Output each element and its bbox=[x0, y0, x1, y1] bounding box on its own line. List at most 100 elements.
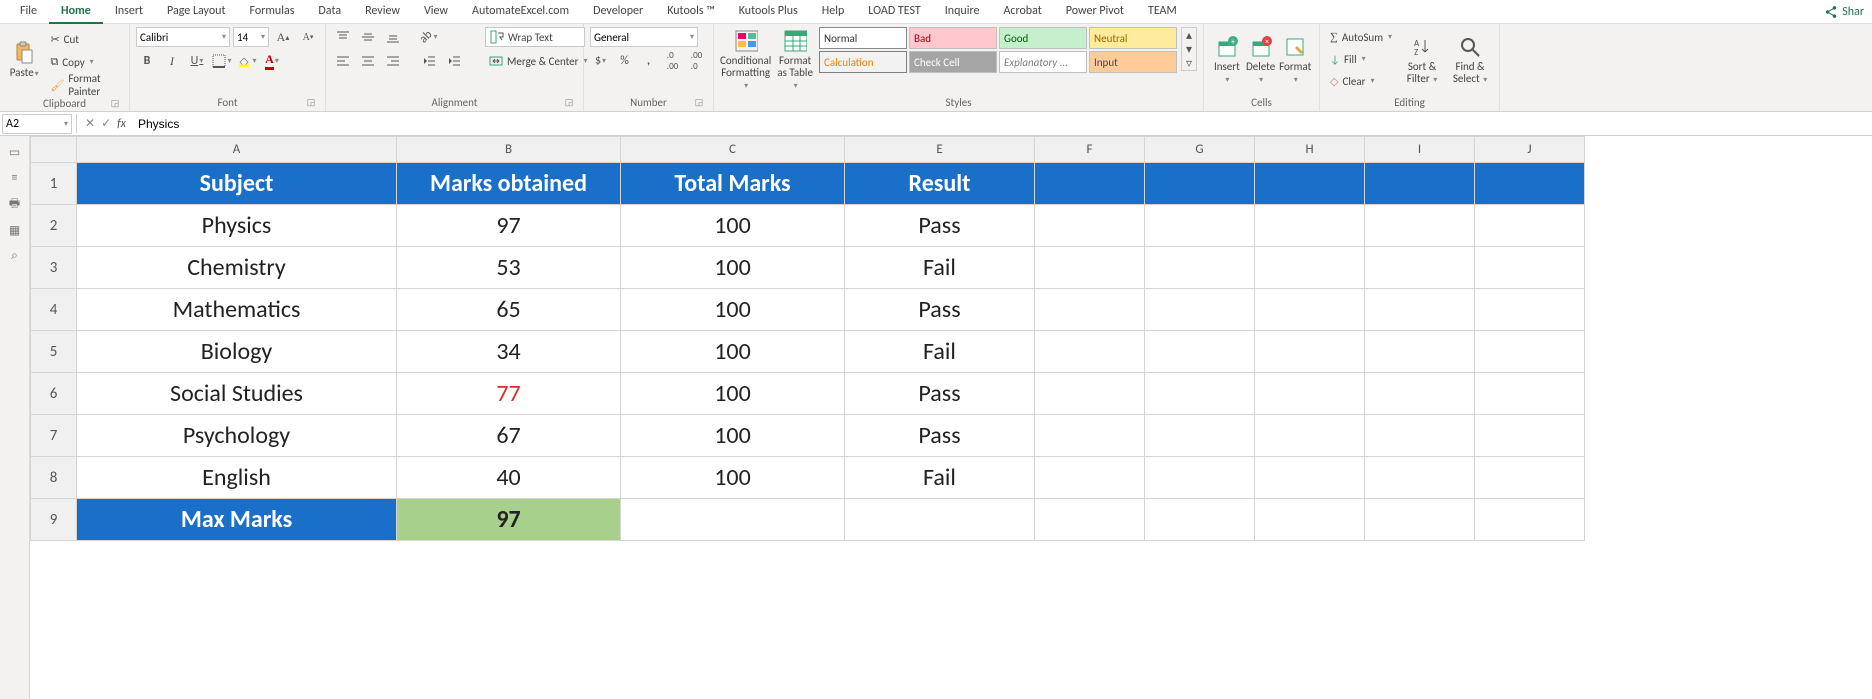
col-header-E[interactable]: E bbox=[845, 137, 1035, 163]
cell-F3[interactable] bbox=[1035, 247, 1145, 289]
cell-G2[interactable] bbox=[1145, 205, 1255, 247]
cell-A2[interactable]: Physics bbox=[77, 205, 397, 247]
find-select-button[interactable]: Find & Select ▾ bbox=[1448, 27, 1492, 93]
cell-J8[interactable] bbox=[1475, 457, 1585, 499]
menu-tab-kutools-[interactable]: Kutools ™ bbox=[655, 0, 727, 24]
format-painter-button[interactable]: 🖌Format Painter bbox=[46, 75, 123, 95]
cell-G5[interactable] bbox=[1145, 331, 1255, 373]
cell-H9[interactable] bbox=[1255, 499, 1365, 541]
col-header-J[interactable]: J bbox=[1475, 137, 1585, 163]
styles-gallery[interactable]: NormalBadGoodNeutralCalculationCheck Cel… bbox=[819, 27, 1177, 73]
style-bad[interactable]: Bad bbox=[909, 27, 997, 49]
number-format-combo[interactable]: General▾ bbox=[590, 27, 698, 47]
cell-J3[interactable] bbox=[1475, 247, 1585, 289]
cell-B1[interactable]: Marks obtained bbox=[397, 163, 621, 205]
increase-font-button[interactable]: A▴ bbox=[272, 27, 294, 47]
align-center-button[interactable] bbox=[357, 51, 379, 71]
cell-C9[interactable] bbox=[621, 499, 845, 541]
dialog-launcher-icon[interactable]: ◲ bbox=[563, 97, 575, 109]
col-header-C[interactable]: C bbox=[621, 137, 845, 163]
format-cells-button[interactable]: Format▾ bbox=[1277, 27, 1313, 93]
font-color-button[interactable]: A▾ bbox=[261, 51, 283, 71]
style-input[interactable]: Input bbox=[1089, 51, 1177, 73]
cell-C2[interactable]: 100 bbox=[621, 205, 845, 247]
row-header-3[interactable]: 3 bbox=[31, 247, 77, 289]
border-button[interactable]: ▾ bbox=[211, 51, 233, 71]
cell-E2[interactable]: Pass bbox=[845, 205, 1035, 247]
cell-B2[interactable]: 97 bbox=[397, 205, 621, 247]
cell-A3[interactable]: Chemistry bbox=[77, 247, 397, 289]
menu-tab-inquire[interactable]: Inquire bbox=[933, 0, 992, 24]
cell-E7[interactable]: Pass bbox=[845, 415, 1035, 457]
copy-button[interactable]: ⧉Copy▾ bbox=[46, 52, 123, 72]
paste-button[interactable]: Paste▾ bbox=[6, 27, 42, 93]
cell-F5[interactable] bbox=[1035, 331, 1145, 373]
increase-indent-button[interactable] bbox=[443, 51, 465, 71]
format-as-table-button[interactable]: Format as Table ▾ bbox=[775, 27, 815, 93]
orientation-button[interactable]: ab▾ bbox=[418, 27, 440, 47]
cell-B5[interactable]: 34 bbox=[397, 331, 621, 373]
cell-J5[interactable] bbox=[1475, 331, 1585, 373]
cell-B4[interactable]: 65 bbox=[397, 289, 621, 331]
cell-A4[interactable]: Mathematics bbox=[77, 289, 397, 331]
cell-A8[interactable]: English bbox=[77, 457, 397, 499]
cell-J7[interactable] bbox=[1475, 415, 1585, 457]
menu-tab-insert[interactable]: Insert bbox=[103, 0, 155, 24]
cell-I8[interactable] bbox=[1365, 457, 1475, 499]
sidetool-5[interactable]: ⌕ bbox=[7, 248, 23, 264]
sidetool-2[interactable]: ≡ bbox=[7, 170, 23, 186]
sidetool-3[interactable]: 🖶 bbox=[7, 196, 23, 212]
menu-tab-power-pivot[interactable]: Power Pivot bbox=[1054, 0, 1136, 24]
style-neutral[interactable]: Neutral bbox=[1089, 27, 1177, 49]
cell-A1[interactable]: Subject bbox=[77, 163, 397, 205]
row-header-5[interactable]: 5 bbox=[31, 331, 77, 373]
cell-C3[interactable]: 100 bbox=[621, 247, 845, 289]
cell-E9[interactable] bbox=[845, 499, 1035, 541]
cell-A9[interactable]: Max Marks bbox=[77, 499, 397, 541]
col-header-H[interactable]: H bbox=[1255, 137, 1365, 163]
menu-tab-acrobat[interactable]: Acrobat bbox=[991, 0, 1053, 24]
select-all-corner[interactable] bbox=[31, 137, 77, 163]
cell-B7[interactable]: 67 bbox=[397, 415, 621, 457]
italic-button[interactable]: I bbox=[161, 51, 183, 71]
cell-F7[interactable] bbox=[1035, 415, 1145, 457]
font-size-combo[interactable]: 14▾ bbox=[233, 27, 269, 47]
align-middle-button[interactable] bbox=[357, 27, 379, 47]
menu-tab-help[interactable]: Help bbox=[810, 0, 857, 24]
cell-G9[interactable] bbox=[1145, 499, 1255, 541]
cell-I5[interactable] bbox=[1365, 331, 1475, 373]
cell-G4[interactable] bbox=[1145, 289, 1255, 331]
cell-G3[interactable] bbox=[1145, 247, 1255, 289]
cut-button[interactable]: ✂Cut bbox=[46, 29, 123, 49]
cell-J1[interactable] bbox=[1475, 163, 1585, 205]
delete-cells-button[interactable]: × Delete▾ bbox=[1244, 27, 1278, 93]
cell-H4[interactable] bbox=[1255, 289, 1365, 331]
cell-E4[interactable]: Pass bbox=[845, 289, 1035, 331]
gallery-up-button[interactable]: ▴ bbox=[1182, 28, 1196, 42]
decrease-font-button[interactable]: A▾ bbox=[297, 27, 319, 47]
bold-button[interactable]: B bbox=[136, 51, 158, 71]
cell-I1[interactable] bbox=[1365, 163, 1475, 205]
cell-H7[interactable] bbox=[1255, 415, 1365, 457]
gallery-down-button[interactable]: ▾ bbox=[1182, 42, 1196, 56]
cell-C6[interactable]: 100 bbox=[621, 373, 845, 415]
fill-color-button[interactable]: ▾ bbox=[236, 51, 258, 71]
wrap-text-button[interactable]: Wrap Text bbox=[485, 27, 585, 47]
gallery-more-button[interactable]: ▿ bbox=[1182, 56, 1196, 70]
share-button[interactable]: Shar bbox=[1816, 1, 1872, 23]
menu-tab-view[interactable]: View bbox=[412, 0, 460, 24]
name-box[interactable]: A2▾ bbox=[2, 114, 72, 134]
align-bottom-button[interactable] bbox=[382, 27, 404, 47]
menu-tab-kutools-plus[interactable]: Kutools Plus bbox=[727, 0, 810, 24]
cell-E8[interactable]: Fail bbox=[845, 457, 1035, 499]
cell-G1[interactable] bbox=[1145, 163, 1255, 205]
menu-tab-load-test[interactable]: LOAD TEST bbox=[856, 0, 933, 24]
row-header-2[interactable]: 2 bbox=[31, 205, 77, 247]
currency-button[interactable]: $▾ bbox=[590, 51, 611, 71]
insert-cells-button[interactable]: + Insert▾ bbox=[1210, 27, 1244, 93]
cell-I2[interactable] bbox=[1365, 205, 1475, 247]
cell-B9[interactable]: 97 bbox=[397, 499, 621, 541]
cell-H3[interactable] bbox=[1255, 247, 1365, 289]
cell-E5[interactable]: Fail bbox=[845, 331, 1035, 373]
clear-button[interactable]: ◇Clear▾ bbox=[1326, 71, 1396, 91]
